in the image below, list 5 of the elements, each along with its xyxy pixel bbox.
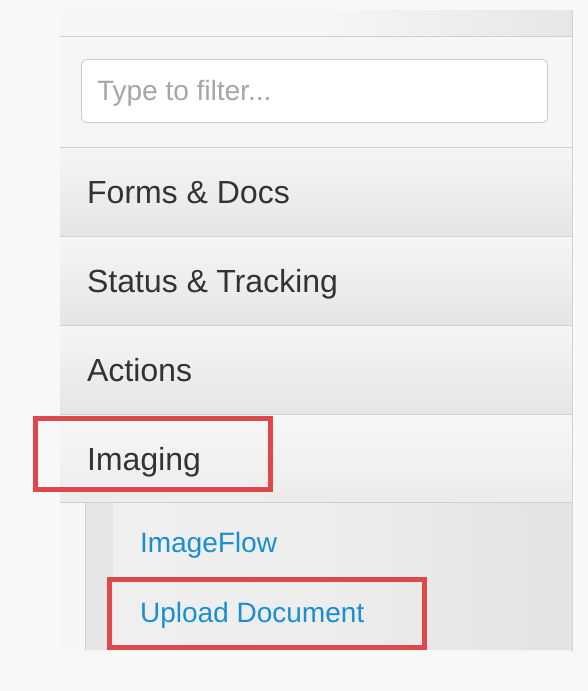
menu-item[interactable]: Imaging	[60, 414, 572, 503]
menu-item[interactable]: Forms & Docs	[60, 147, 572, 236]
filter-field[interactable]: Type to filter...	[81, 59, 548, 123]
menu-item[interactable]: Status & Tracking	[60, 236, 572, 325]
menu-item[interactable]: Actions	[60, 325, 572, 414]
